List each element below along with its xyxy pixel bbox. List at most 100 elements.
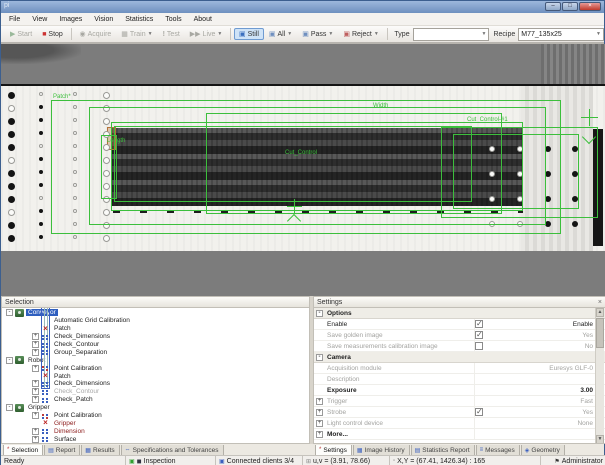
start-button[interactable]: ▶ Start [5,28,37,40]
recipe-combobox[interactable]: M77_135x25 ▼ [518,27,604,41]
roi-inner[interactable] [114,126,472,202]
tree-item-label: Check_Dimensions [54,333,110,341]
tab-icon: ▤ [48,447,54,454]
row-expander-icon[interactable]: + [316,419,323,427]
settings-row-save-golden-image[interactable]: Save golden image Yes [314,330,605,341]
settings-scrollbar[interactable]: ▲ ▼ [595,308,604,443]
checkbox-checked[interactable] [475,407,483,416]
row-expander-icon[interactable]: + [316,397,323,405]
settings-row-enable[interactable]: Enable Enable [314,319,605,330]
settings-row-exposure[interactable]: Exposure 3.00 [314,385,605,396]
pass-button[interactable]: ▣ Pass ▼ [297,28,338,40]
tree-item-check-contour[interactable]: + Check_Contour [2,388,309,396]
row-expander-icon[interactable]: + [316,408,323,416]
scroll-up-icon[interactable]: ▲ [596,308,604,317]
tree-item-patch[interactable]: × Patch [2,324,309,333]
group-collapse-icon[interactable]: - [316,309,323,317]
chevron-down-icon: ▼ [328,31,334,37]
settings-group-camera[interactable]: - Camera [314,352,605,363]
settings-row-value[interactable]: Fast [495,398,605,405]
stop-button[interactable]: ■ Stop [37,29,68,40]
tree-expander-icon[interactable]: + [32,396,39,404]
all-button[interactable]: ▣ All ▼ [264,28,297,40]
toolbar-separator [230,28,231,40]
row-expander-spacer [316,320,323,328]
selection-panel-header[interactable]: Selection [1,296,310,308]
tree-item-check-dimensions[interactable]: + Check_Dimensions [2,333,309,341]
tree-expander-icon[interactable]: - [6,309,13,317]
settings-panel-header[interactable]: Settings × [313,296,605,308]
tree-item-gripper[interactable]: - Gripper [2,403,309,412]
checkbox-unchecked[interactable] [475,342,483,350]
settings-row-description[interactable]: Description [314,374,605,385]
checkbox-checked[interactable] [475,330,483,339]
scrollbar-thumb[interactable] [596,318,604,348]
tree-item-patch[interactable]: × Patch [2,372,309,380]
still-toggle-button[interactable]: ▣ Still [233,28,264,40]
close-button[interactable]: × [579,2,601,11]
acquire-button[interactable]: ◉ Acquire [74,28,116,40]
settings-row-value[interactable]: Enable [495,321,605,328]
menu-item-view[interactable]: View [26,16,53,23]
tree-expander-icon[interactable]: + [32,427,39,435]
settings-row-value[interactable]: Euresys GLF-0 [495,365,605,372]
tree-expander-icon[interactable]: + [32,364,39,372]
settings-row-value[interactable]: Yes [495,332,605,339]
menu-item-about[interactable]: About [188,16,218,23]
status-user: ⚑ Administrator [554,457,603,465]
settings-row-light-control-device[interactable]: + Light control device None [314,418,605,429]
settings-row-label: Light control device [325,418,475,428]
minimize-button[interactable]: – [545,2,561,11]
tree-expander-icon[interactable]: + [32,435,39,443]
type-combobox[interactable]: ▼ [412,27,490,41]
menu-item-tools[interactable]: Tools [159,16,187,23]
row-expander-icon[interactable]: + [316,430,323,438]
tree-item-group-separation[interactable]: + Group_Separation [2,348,309,356]
roi-cut-control-inner[interactable] [453,134,579,209]
menu-item-vision[interactable]: Vision [88,16,119,23]
tree-item-check-dimensions[interactable]: + Check_Dimensions [2,380,309,388]
menu-item-statistics[interactable]: Statistics [119,16,159,23]
settings-row-value[interactable]: No [495,343,605,350]
tree-item-gripper[interactable]: × Gripper [2,419,309,427]
live-button[interactable]: ▶▶ Live ▼ [185,28,228,40]
tree-expander-icon[interactable]: + [32,341,39,348]
settings-row-more-[interactable]: + More... [314,429,605,440]
menu-item-file[interactable]: File [3,16,26,23]
tree-item-point-calibration[interactable]: + Point Calibration [2,412,309,420]
settings-row-trigger[interactable]: + Trigger Fast [314,396,605,407]
tree-expander-icon[interactable]: + [32,388,39,396]
settings-row-value[interactable]: Yes [495,409,605,416]
tree-expander-icon[interactable]: + [32,333,39,341]
tree-item-check-contour[interactable]: + Check_Contour [2,341,309,349]
tree-expander-icon[interactable]: + [32,380,39,388]
tree-item-point-calibration[interactable]: + Point Calibration [2,364,309,372]
settings-group-options[interactable]: - Options [314,308,605,319]
title-bar[interactable]: pi – □ × [1,1,604,13]
menu-item-images[interactable]: Images [53,16,88,23]
close-icon[interactable]: × [598,299,602,306]
tree-item-check-patch[interactable]: + Check_Patch [2,396,309,404]
test-button[interactable]: ! Test [158,29,185,40]
tree-item-automatic-grid-calibration[interactable]: Automatic Grid Calibration [2,308,309,389]
settings-row-strobe[interactable]: +Strobe Yes [314,407,605,418]
tree-expander-icon[interactable]: - [6,404,13,412]
settings-row-acquisition-module[interactable]: Acquisition module Euresys GLF-0 [314,363,605,374]
maximize-button[interactable]: □ [562,2,578,11]
inspection-image-viewport[interactable]: Patch* Width Cut_Control-#1 Length Cut_C… [1,44,605,296]
roi-length[interactable] [101,135,117,199]
tree-expander-icon[interactable]: + [32,348,39,356]
film-hole-dot [39,92,43,96]
tree-item-dimension[interactable]: + Dimension [2,427,309,435]
settings-row-value[interactable]: 3.00 [495,387,605,394]
train-button[interactable]: ▦ Train ▼ [116,28,157,40]
scroll-down-icon[interactable]: ▼ [596,435,604,443]
checkbox-checked[interactable] [475,319,483,328]
tree-expander-icon[interactable]: - [6,356,13,364]
settings-row-value[interactable]: None [495,420,605,427]
tree-item-surface[interactable]: + Surface [2,435,309,443]
reject-button[interactable]: ▣ Reject ▼ [338,28,383,40]
group-collapse-icon[interactable]: - [316,353,323,361]
settings-row-save-measurements-calibration-image[interactable]: Save measurements calibration image No [314,341,605,352]
tree-expander-icon[interactable]: + [32,412,39,420]
